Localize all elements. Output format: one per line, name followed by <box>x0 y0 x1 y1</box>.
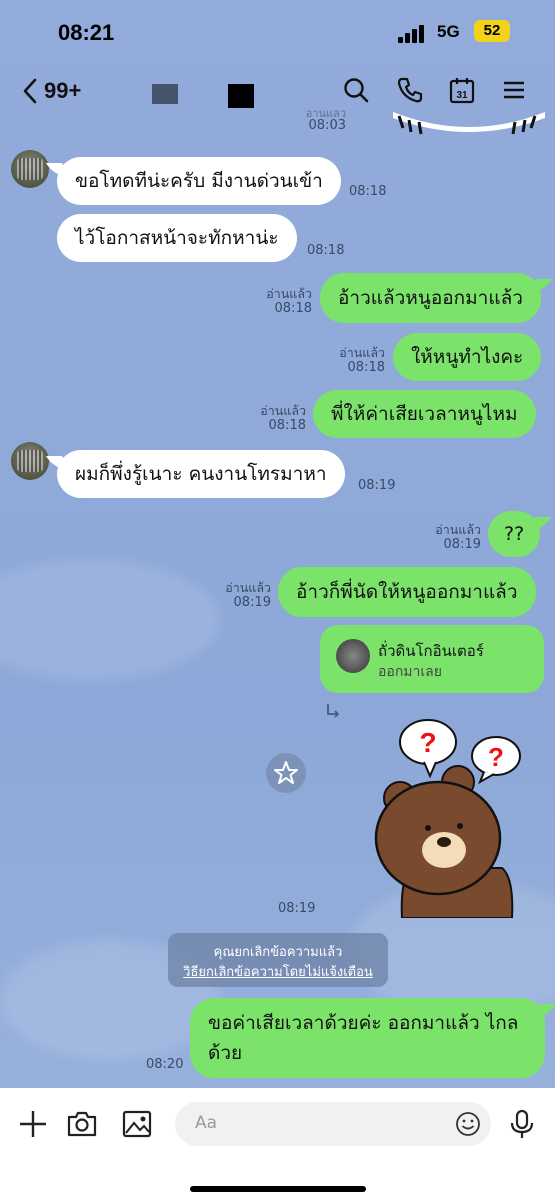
message-meta: อ่านแล้ว 08:19 <box>225 580 271 610</box>
sticker-fragment <box>393 112 545 135</box>
avatar[interactable] <box>11 150 49 188</box>
message-time: 08:19 <box>358 478 396 493</box>
message-bubble-incoming[interactable]: ผมก็พึ่งรู้เนาะ คนงานโทรมาหา <box>57 450 345 498</box>
forward-icon[interactable] <box>324 702 342 720</box>
system-notice: คุณยกเลิกข้อความแล้ว วิธียกเลิกข้อความโด… <box>168 933 388 987</box>
unsend-help-link[interactable]: วิธียกเลิกข้อความโดยไม่แจ้งเตือน <box>168 963 388 983</box>
bear-sticker[interactable]: ? ? <box>372 718 552 918</box>
message-meta: อ่านแล้ว 08:18 <box>266 286 312 316</box>
redacted-name <box>152 84 178 104</box>
message-bubble-incoming[interactable]: ไว้โอกาสหน้าจะทักหาน่ะ <box>57 214 297 262</box>
message-meta: อ่านแล้ว 08:18 <box>260 403 306 433</box>
back-button[interactable]: 99+ <box>22 76 92 106</box>
contact-avatar <box>336 639 370 673</box>
network-type: 5G <box>437 22 460 41</box>
plus-icon[interactable] <box>17 1108 49 1140</box>
background-cloud <box>0 560 220 680</box>
chat-screen: 08:21 5G 52 99+ 31 อ่านแล้ว 08:03 ขอโทดท… <box>0 0 555 1200</box>
favorite-button[interactable] <box>266 753 306 793</box>
svg-text:?: ? <box>488 742 504 772</box>
contact-subtitle: ออกมาเลย <box>378 664 442 680</box>
message-meta: อ่านแล้ว 08:19 <box>435 522 481 552</box>
message-bubble-outgoing[interactable]: ขอค่าเสียเวลาด้วยค่ะ ออกมาแล้ว ไกล ด้วย <box>190 998 545 1078</box>
camera-icon[interactable] <box>66 1108 98 1140</box>
message-time: 08:20 <box>146 1057 184 1072</box>
redacted-name <box>228 84 254 108</box>
message-bubble-outgoing[interactable]: ให้หนูทำไงคะ <box>393 333 542 381</box>
signal-icon <box>398 25 428 43</box>
message-meta: อ่านแล้ว 08:18 <box>339 345 385 375</box>
emoji-icon[interactable] <box>455 1111 481 1137</box>
star-icon <box>274 761 298 784</box>
sticker-time: 08:19 <box>278 901 316 916</box>
unread-count: 99+ <box>44 78 82 103</box>
message-meta: อ่านแล้ว 08:03 <box>305 110 346 133</box>
message-bubble-incoming[interactable]: ขอโทดทีน่ะครับ มีงานด่วนเข้า <box>57 157 341 205</box>
svg-text:31: 31 <box>456 90 468 101</box>
image-icon[interactable] <box>121 1108 153 1140</box>
battery-indicator: 52 <box>474 20 510 42</box>
message-input-bar: Aa <box>0 1088 555 1200</box>
message-bubble-outgoing[interactable]: อ้าวแล้วหนูออกมาแล้ว <box>320 273 541 323</box>
status-time: 08:21 <box>58 20 115 45</box>
message-time: 08:18 <box>307 243 345 258</box>
message-bubble-outgoing[interactable]: พี่ให้ค่าเสียเวลาหนูไหม <box>313 390 536 438</box>
input-placeholder: Aa <box>195 1113 218 1133</box>
search-icon[interactable] <box>342 76 370 104</box>
message-bubble-outgoing[interactable]: อ้าวก็พี่นัดให้หนูออกมาแล้ว <box>278 567 536 617</box>
message-input[interactable]: Aa <box>175 1102 491 1146</box>
mic-icon[interactable] <box>506 1108 538 1140</box>
contact-name: ถั่วดินโกอินเตอร์ <box>378 642 484 660</box>
status-bar: 08:21 5G 52 <box>0 0 555 62</box>
menu-icon[interactable] <box>500 76 528 104</box>
home-indicator <box>190 1186 366 1192</box>
calendar-icon[interactable]: 31 <box>448 76 476 104</box>
message-bubble-outgoing[interactable]: ?? <box>488 511 541 557</box>
shared-contact-card[interactable]: ถั่วดินโกอินเตอร์ ออกมาเลย <box>320 625 544 693</box>
chevron-left-icon <box>23 78 37 104</box>
phone-icon[interactable] <box>396 76 424 104</box>
avatar[interactable] <box>11 442 49 480</box>
unsend-notice: คุณยกเลิกข้อความแล้ว <box>213 945 343 960</box>
message-time: 08:18 <box>349 184 387 199</box>
svg-text:?: ? <box>419 727 436 758</box>
